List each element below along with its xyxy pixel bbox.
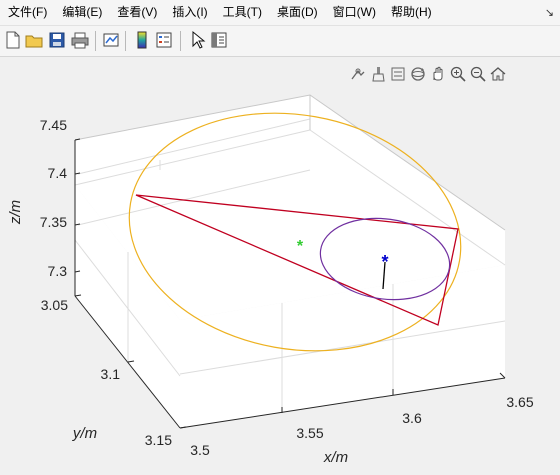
- z-tick-label: 7.45: [40, 117, 67, 133]
- y-tick-label: 3.05: [41, 297, 68, 313]
- x-tick-label: 3.65: [506, 394, 533, 410]
- x-axis-label: x/m: [323, 449, 348, 466]
- y-tick-label: 3.1: [101, 366, 121, 382]
- z-tick-label: 7.3: [48, 263, 68, 279]
- x-tick-label: 3.55: [296, 425, 323, 441]
- z-axis-label: z/m: [7, 200, 24, 225]
- z-tick-label: 7.35: [40, 214, 67, 230]
- plot-axes: 7.45 7.4 7.35 7.3 3.05 3.1 3.15 3.5 3.55…: [7, 94, 534, 466]
- green-star-marker: *: [297, 238, 304, 255]
- x-tick-label: 3.5: [190, 442, 210, 458]
- x-tick-label: 3.6: [402, 410, 422, 426]
- z-tick-label: 7.4: [48, 165, 68, 181]
- y-axis-label: y/m: [72, 425, 97, 442]
- blue-star-marker: *: [381, 252, 388, 272]
- y-tick-label: 3.15: [145, 432, 172, 448]
